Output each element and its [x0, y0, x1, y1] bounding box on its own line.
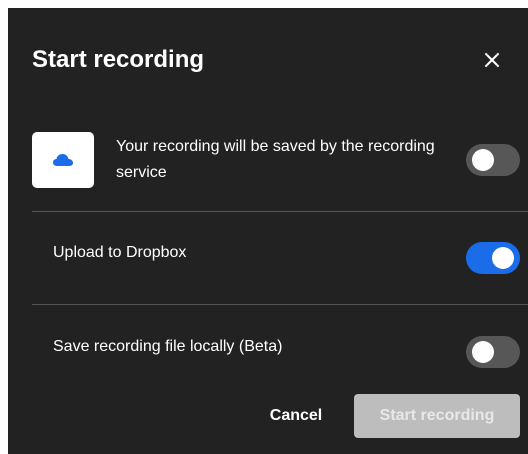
- cloud-icon-box: [32, 132, 94, 188]
- save-locally-toggle[interactable]: [466, 336, 520, 368]
- option-save-locally: Save recording file locally (Beta): [32, 308, 528, 390]
- cloud-icon: [53, 154, 73, 166]
- option-recording-service: Your recording will be saved by the reco…: [32, 128, 528, 194]
- toggle-knob: [472, 341, 494, 363]
- toggle-knob: [472, 149, 494, 171]
- option-label: Upload to Dropbox: [53, 244, 187, 261]
- option-dropbox: Upload to Dropbox: [32, 214, 528, 296]
- close-button[interactable]: [478, 46, 506, 74]
- recording-service-toggle[interactable]: [466, 144, 520, 176]
- option-label: Save recording file locally (Beta): [53, 338, 283, 355]
- toggle-knob: [492, 247, 514, 269]
- start-recording-button[interactable]: Start recording: [354, 394, 520, 438]
- divider: [32, 304, 528, 305]
- dropbox-toggle[interactable]: [466, 242, 520, 274]
- divider: [32, 211, 528, 212]
- start-recording-dialog: Start recording Your recording will be s…: [8, 8, 528, 454]
- close-icon: [485, 53, 499, 67]
- dialog-title: Start recording: [32, 46, 205, 73]
- cancel-button[interactable]: Cancel: [260, 394, 332, 438]
- option-label: Your recording will be saved by the reco…: [116, 138, 435, 181]
